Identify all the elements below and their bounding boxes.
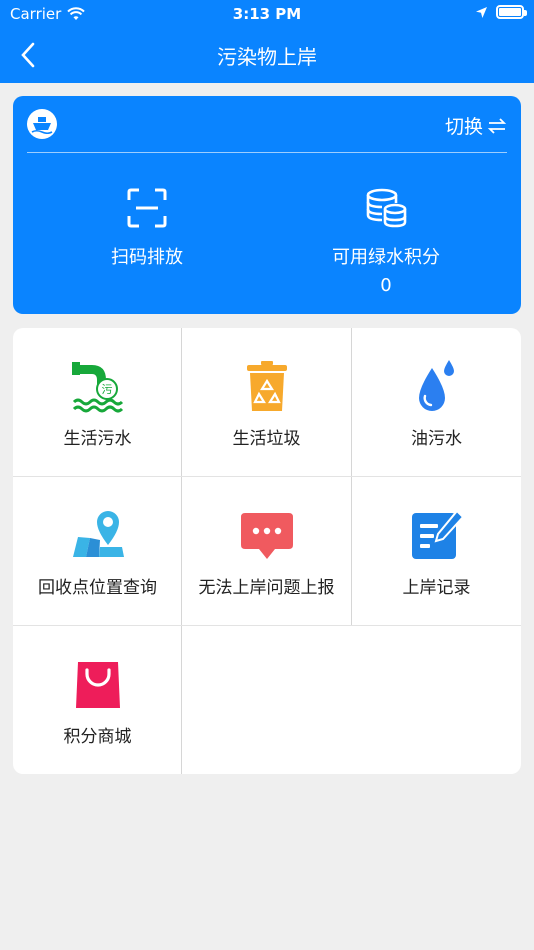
status-time: 3:13 PM	[232, 5, 302, 23]
grid-item-label: 生活垃圾	[232, 429, 301, 449]
sewage-icon: 污	[71, 362, 123, 413]
card-divider	[27, 152, 507, 153]
coins-icon	[366, 188, 407, 228]
grid-item-domestic-garbage[interactable]: 生活垃圾	[182, 328, 351, 476]
switch-vessel-button[interactable]: 切换	[445, 112, 507, 139]
grid-item-points-mall[interactable]: 积分商城	[13, 626, 182, 774]
green-points[interactable]: 可用绿水积分 0	[286, 186, 486, 296]
ship-avatar	[27, 109, 57, 139]
location-arrow-icon	[476, 6, 487, 18]
switch-label: 切换	[444, 116, 483, 138]
scan-label: 扫码排放	[111, 247, 183, 268]
points-label: 可用绿水积分	[332, 247, 440, 268]
chat-bubble-icon	[240, 513, 293, 559]
oil-drop-icon	[418, 360, 454, 411]
grid-item-landing-records[interactable]: 上岸记录	[352, 477, 521, 625]
shopping-bag-icon	[75, 662, 120, 708]
status-bar: Carrier 3:13 PM	[0, 0, 534, 28]
grid-item-label: 生活污水	[63, 429, 132, 449]
grid-item-label: 无法上岸问题上报	[198, 578, 335, 598]
points-value: 0	[380, 275, 392, 296]
map-pin-icon	[72, 511, 124, 557]
function-grid: 污 生活污水 生活垃圾 油污水 回收点位置查询 无法上岸问题上报 上岸记录 积分…	[13, 328, 521, 774]
ship-icon	[31, 117, 53, 134]
vessel-card: 切换 扫码排放 可用绿水积分 0	[13, 96, 521, 314]
scan-icon	[127, 188, 167, 228]
nav-bar: 污染物上岸	[0, 28, 534, 83]
recycle-bin-icon	[246, 361, 287, 411]
scan-discharge-button[interactable]: 扫码排放	[47, 186, 247, 269]
grid-item-oily-water[interactable]: 油污水	[352, 328, 521, 476]
grid-item-label: 油污水	[411, 429, 462, 449]
grid-item-recycling-point-lookup[interactable]: 回收点位置查询	[13, 477, 182, 625]
grid-item-label: 上岸记录	[402, 578, 471, 598]
grid-item-label: 回收点位置查询	[38, 578, 157, 598]
swap-arrows-icon	[487, 117, 507, 134]
grid-item-domestic-sewage[interactable]: 污 生活污水	[13, 328, 182, 476]
battery-icon	[496, 5, 527, 19]
page-title: 污染物上岸	[217, 45, 317, 69]
grid-item-label: 积分商城	[63, 727, 132, 747]
svg-text:污: 污	[101, 383, 112, 396]
grid-item-issue-report[interactable]: 无法上岸问题上报	[182, 477, 351, 625]
top-bar: Carrier 3:13 PM 污染物上岸	[0, 0, 534, 83]
edit-note-icon	[411, 509, 464, 559]
